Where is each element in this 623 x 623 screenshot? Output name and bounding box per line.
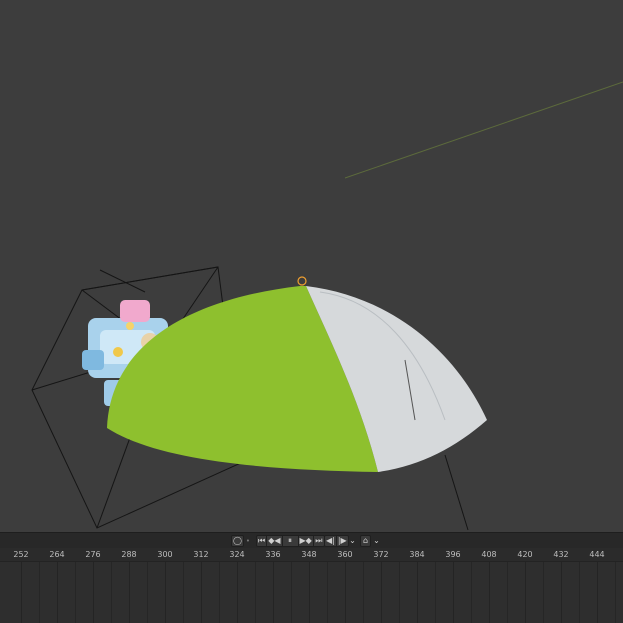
grid-line <box>183 562 184 623</box>
grid-line <box>255 562 256 623</box>
grid-line <box>165 562 166 623</box>
grid-line <box>381 562 382 623</box>
frame-label: 396 <box>445 550 461 559</box>
step-back-icon[interactable]: ◀| <box>324 535 337 547</box>
dropdown-icon[interactable]: ⌄ <box>347 535 358 547</box>
grid-line <box>147 562 148 623</box>
grid-line <box>615 562 616 623</box>
frame-label: 264 <box>49 550 65 559</box>
grid-line <box>219 562 220 623</box>
keying-dropdown-icon[interactable]: ⌄ <box>371 535 382 547</box>
frame-label: 348 <box>301 550 317 559</box>
frame-label: 252 <box>13 550 29 559</box>
grid-line <box>399 562 400 623</box>
frame-label: 276 <box>85 550 101 559</box>
frame-ruler[interactable]: 252 264 276 288 300 312 324 336 348 360 … <box>0 548 623 562</box>
frame-label: 300 <box>157 550 173 559</box>
grid-line <box>93 562 94 623</box>
grid-line <box>273 562 274 623</box>
grid-axis-line <box>344 81 623 179</box>
grid-line <box>543 562 544 623</box>
grid-line <box>489 562 490 623</box>
next-keyframe-icon[interactable]: ▶◆ <box>298 535 314 547</box>
pause-icon[interactable]: ⏸ <box>282 535 299 547</box>
grid-line <box>561 562 562 623</box>
grid-line <box>345 562 346 623</box>
frame-label: 288 <box>121 550 137 559</box>
grid-line <box>201 562 202 623</box>
grid-line <box>237 562 238 623</box>
blender-window: ◯ • ⏮ ◆◀ ⏸ ▶◆ ⏭ ◀| |▶ ⌄ ⌂ ⌄ 252 264 276 … <box>0 0 623 623</box>
frame-label: 408 <box>481 550 497 559</box>
frame-label: 336 <box>265 550 281 559</box>
frame-label: 420 <box>517 550 533 559</box>
record-icon[interactable]: ◯ <box>231 535 244 547</box>
grid-line <box>111 562 112 623</box>
grid-line <box>363 562 364 623</box>
grid-line <box>471 562 472 623</box>
grid-line <box>435 562 436 623</box>
jump-start-icon[interactable]: ⏮ <box>256 535 268 547</box>
grid-line <box>39 562 40 623</box>
grid-line <box>21 562 22 623</box>
grid-line <box>453 562 454 623</box>
transport-group: ⏮ ◆◀ ⏸ ▶◆ ⏭ <box>256 535 325 547</box>
record-group: ◯ <box>231 535 244 547</box>
grid-line <box>525 562 526 623</box>
step-group: ◀| |▶ <box>324 535 349 547</box>
playback-dropdown-group: ⌄ <box>347 535 358 547</box>
grid-line <box>579 562 580 623</box>
frame-label: 324 <box>229 550 245 559</box>
object-origin-icon[interactable] <box>297 276 307 286</box>
prev-keyframe-icon[interactable]: ◆◀ <box>267 535 283 547</box>
frame-label: 432 <box>553 550 569 559</box>
grid-line <box>417 562 418 623</box>
separator: • <box>245 537 251 545</box>
frame-label: 360 <box>337 550 353 559</box>
3d-viewport[interactable] <box>0 0 623 532</box>
grid-line <box>309 562 310 623</box>
timeline-keyframe-area[interactable] <box>0 562 623 623</box>
frame-label: 444 <box>589 550 605 559</box>
frame-label: 312 <box>193 550 209 559</box>
frame-label: 372 <box>373 550 389 559</box>
grid-line <box>597 562 598 623</box>
grid-line <box>291 562 292 623</box>
grid-line <box>327 562 328 623</box>
grid-line <box>507 562 508 623</box>
keying-group: ⌂ ⌄ <box>360 535 382 547</box>
auto-keying-icon[interactable]: ⌂ <box>360 535 371 547</box>
grid-line <box>129 562 130 623</box>
frame-label: 384 <box>409 550 425 559</box>
viewport-scene <box>31 81 623 531</box>
playback-controls-bar: ◯ • ⏮ ◆◀ ⏸ ▶◆ ⏭ ◀| |▶ ⌄ ⌂ ⌄ <box>0 532 623 549</box>
grid-line <box>75 562 76 623</box>
grid-line <box>57 562 58 623</box>
